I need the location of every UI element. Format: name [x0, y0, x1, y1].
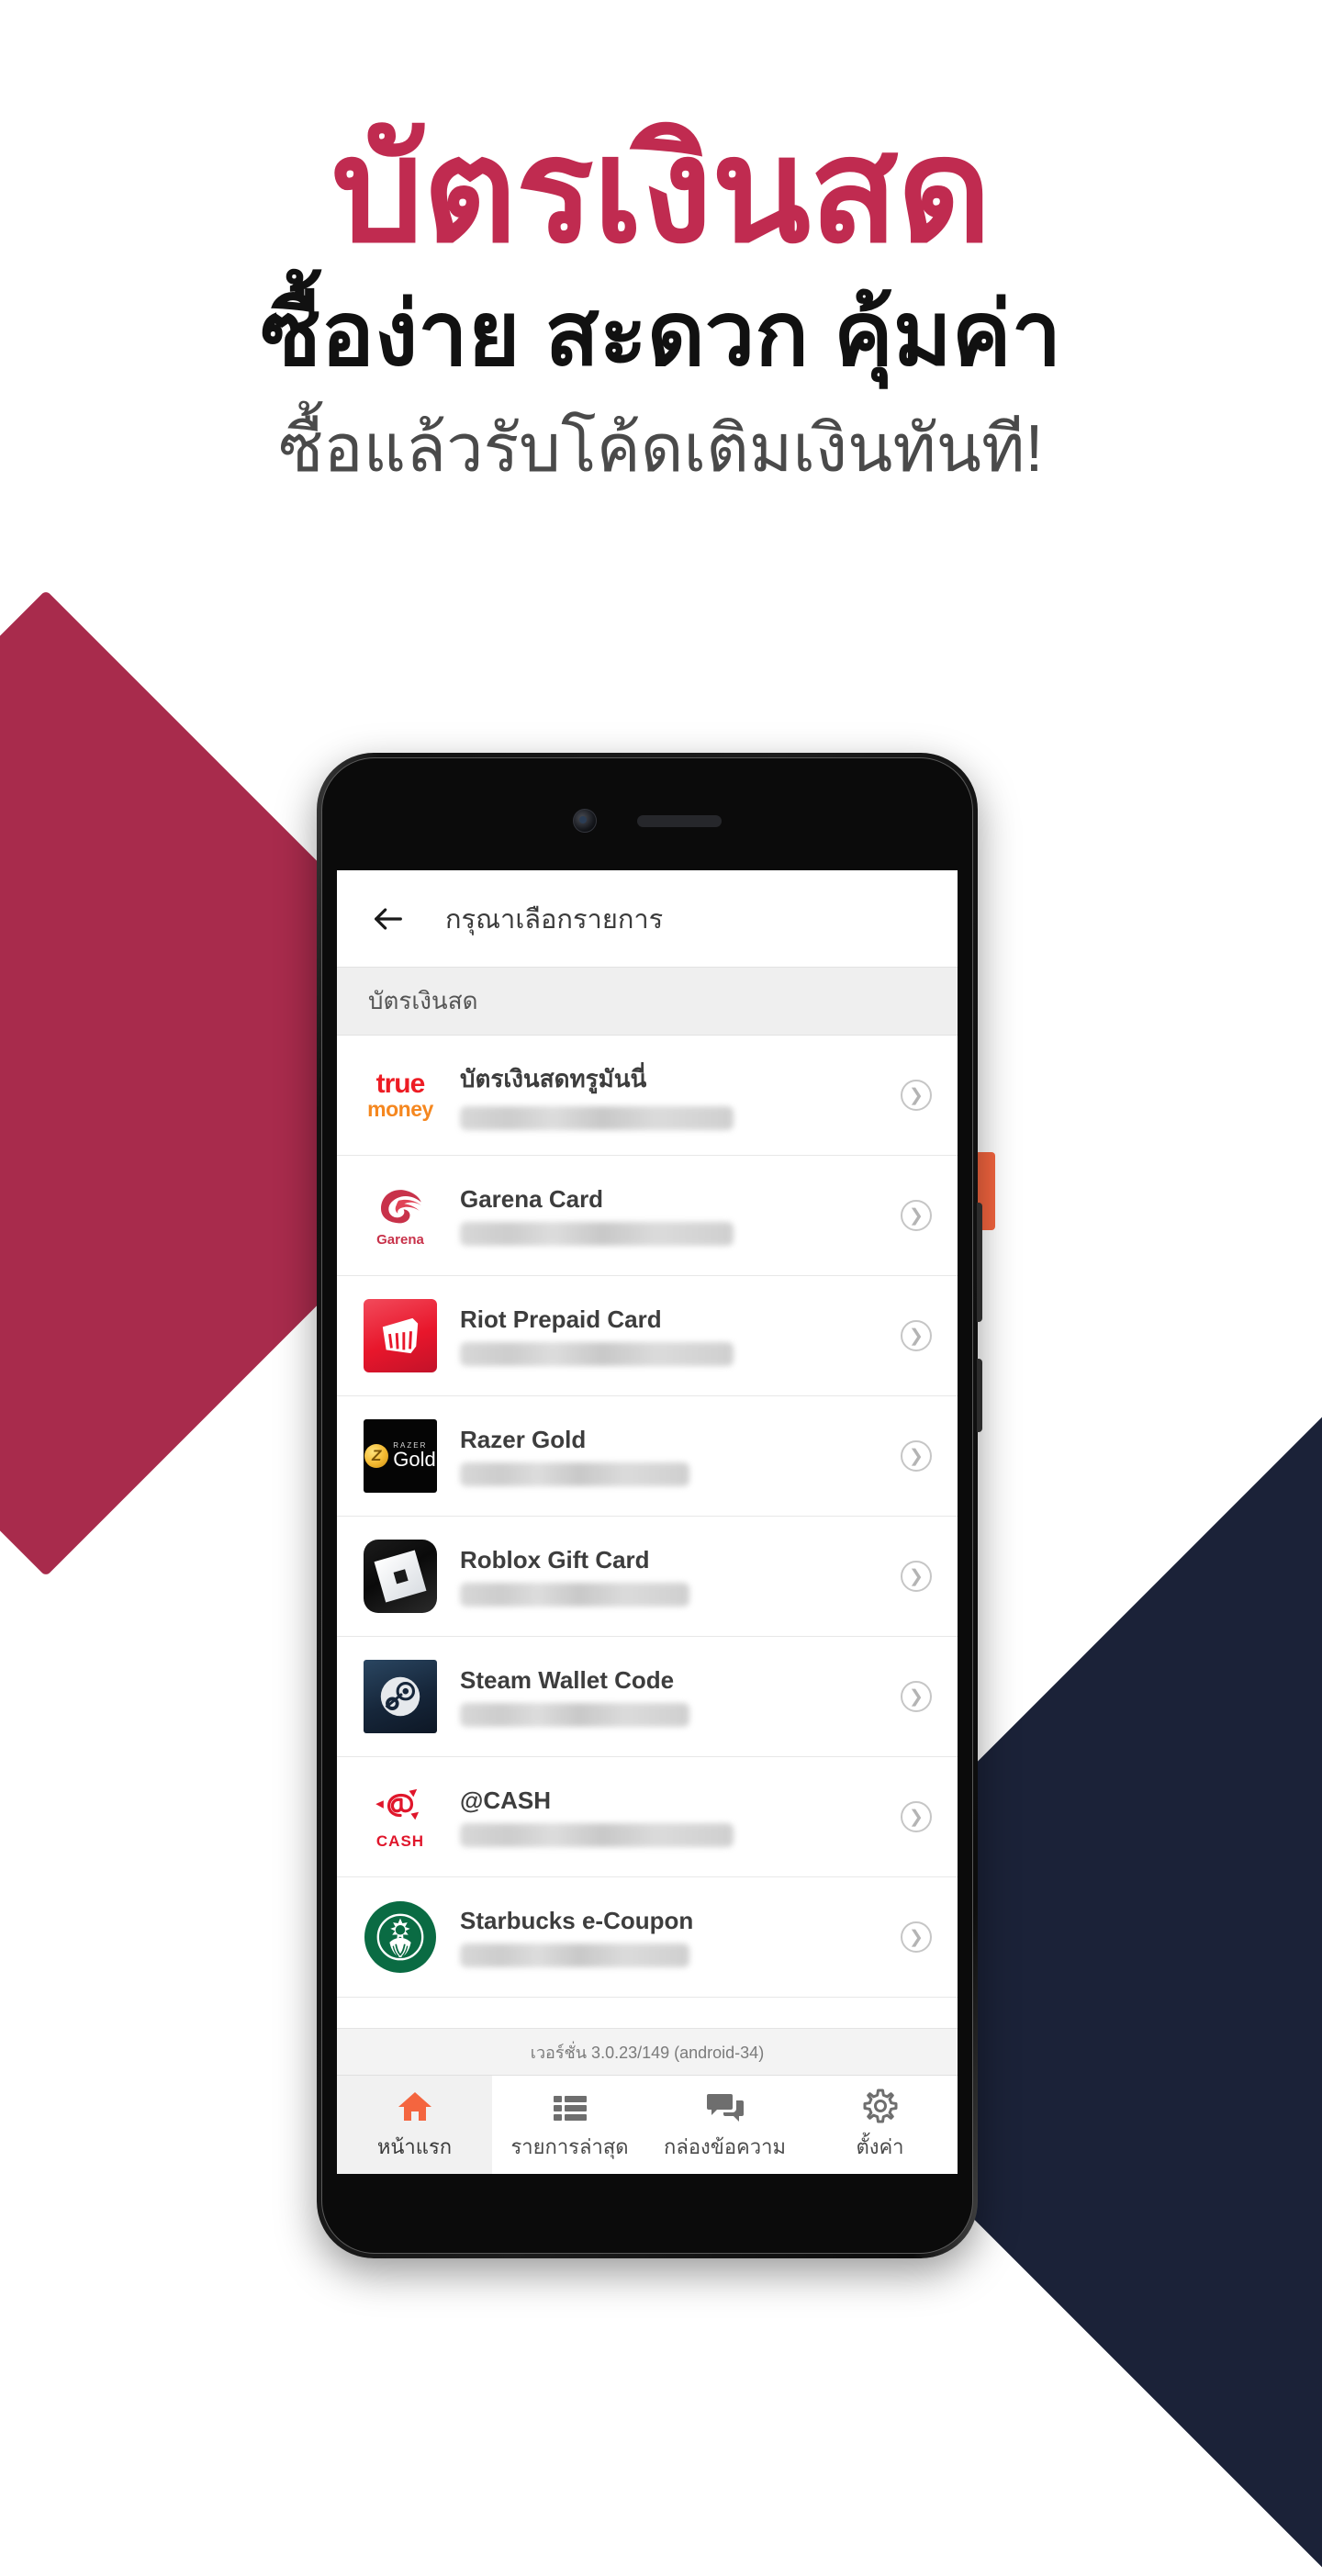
- chevron-right-icon[interactable]: ❯: [901, 1681, 932, 1712]
- nav-tab-recent[interactable]: รายการล่าสุด: [492, 2076, 647, 2174]
- list-item-title: Roblox Gift Card: [460, 1546, 650, 1574]
- product-list: true money บัตรเงินสดทรูมันนี่ ❯ Garena …: [337, 1036, 958, 2028]
- phone-top-bezel: [335, 771, 959, 870]
- gear-icon: [863, 2087, 898, 2123]
- messages-icon: [706, 2087, 744, 2123]
- list-item-text: @CASH: [460, 1786, 901, 1847]
- nav-tab-messages-label: กล่องข้อความ: [664, 2135, 786, 2158]
- nav-tab-home[interactable]: หน้าแรก: [337, 2076, 492, 2174]
- list-item[interactable]: Roblox Gift Card ❯: [337, 1517, 958, 1637]
- chevron-right-icon[interactable]: ❯: [901, 1561, 932, 1592]
- phone-power-button[interactable]: [977, 1203, 982, 1322]
- chevron-right-icon[interactable]: ❯: [901, 1080, 932, 1111]
- list-item-subtitle-blurred: [460, 1462, 689, 1486]
- razer-logo-word: Gold: [393, 1448, 436, 1471]
- truemoney-logo: true money: [361, 1056, 440, 1135]
- list-item-subtitle-blurred: [460, 1943, 689, 1967]
- list-item-text: Razer Gold: [460, 1426, 901, 1486]
- nav-tab-home-label: หน้าแรก: [376, 2135, 453, 2158]
- starbucks-siren-icon: [373, 1910, 428, 1965]
- nav-tab-settings[interactable]: ตั้งค่า: [802, 2076, 958, 2174]
- garena-mark-icon: [381, 1190, 421, 1224]
- list-item-text: บัตรเงินสดทรูมันนี่: [460, 1060, 901, 1130]
- roblox-square-icon: [374, 1550, 427, 1603]
- steam-mark-icon: [380, 1676, 420, 1717]
- list-item-text: Starbucks e-Coupon: [460, 1907, 901, 1967]
- list-item-title: บัตรเงินสดทรูมันนี่: [460, 1065, 647, 1092]
- truemoney-logo-bottom: money: [367, 1097, 433, 1121]
- nav-tab-recent-label: รายการล่าสุด: [510, 2135, 629, 2158]
- list-item-title: Starbucks e-Coupon: [460, 1907, 694, 1934]
- earpiece-speaker: [637, 814, 722, 827]
- phone-volume-button[interactable]: [977, 1359, 982, 1432]
- list-item[interactable]: true money บัตรเงินสดทรูมันนี่ ❯: [337, 1036, 958, 1156]
- atcash-logo: CASH: [361, 1777, 440, 1856]
- list-item-subtitle-blurred: [460, 1583, 689, 1607]
- home-icon: [398, 2087, 432, 2123]
- chevron-right-icon[interactable]: ❯: [901, 1801, 932, 1832]
- chevron-right-icon[interactable]: ❯: [901, 1440, 932, 1472]
- list-item[interactable]: Z RAZER Gold Razer Gold ❯: [337, 1396, 958, 1517]
- razer-gold-logo: Z RAZER Gold: [361, 1417, 440, 1495]
- promo-line-1: บัตรเงินสด: [331, 110, 992, 272]
- list-item-text: Riot Prepaid Card: [460, 1305, 901, 1366]
- app-version-label: เวอร์ชั่น 3.0.23/149 (android-34): [337, 2028, 958, 2075]
- list-item[interactable]: Garena Garena Card ❯: [337, 1156, 958, 1276]
- chevron-right-icon[interactable]: ❯: [901, 1320, 932, 1351]
- chevron-right-icon[interactable]: ❯: [901, 1921, 932, 1953]
- phone-mockup: กรุณาเลือกรายการ บัตรเงินสด true money บ…: [317, 753, 982, 2258]
- riot-logo: [361, 1296, 440, 1375]
- list-item-text: Steam Wallet Code: [460, 1666, 901, 1727]
- list-item-text: Roblox Gift Card: [460, 1546, 901, 1607]
- list-item-text: Garena Card: [460, 1185, 901, 1246]
- garena-logo-label: Garena: [376, 1232, 424, 1248]
- list-item-title: Garena Card: [460, 1185, 604, 1213]
- front-camera-icon: [573, 809, 597, 833]
- list-item[interactable]: Steam Wallet Code ❯: [337, 1637, 958, 1757]
- list-item[interactable]: Riot Prepaid Card ❯: [337, 1276, 958, 1396]
- promo-line-2: ซื้อง่าย สะดวก คุ้มค่า: [260, 283, 1062, 384]
- list-item-title: Riot Prepaid Card: [460, 1305, 662, 1333]
- list-item-title: @CASH: [460, 1786, 552, 1814]
- garena-logo: Garena: [361, 1176, 440, 1255]
- list-item-subtitle-blurred: [460, 1703, 689, 1727]
- list-item[interactable]: CASH @CASH ❯: [337, 1757, 958, 1877]
- bottom-navigation: หน้าแรก รายการล่าสุด กล่องข้อความ ตั้งค่…: [337, 2075, 958, 2174]
- starbucks-logo: [361, 1898, 440, 1977]
- list-item-subtitle-blurred: [460, 1222, 734, 1246]
- steam-logo: [361, 1657, 440, 1736]
- list-item-title: Razer Gold: [460, 1426, 587, 1453]
- list-item-subtitle-blurred: [460, 1106, 734, 1130]
- roblox-logo: [361, 1537, 440, 1616]
- atcash-logo-label: CASH: [375, 1831, 425, 1850]
- promo-line-3: ซื้อแล้วรับโค้ดเติมเงินทันที!: [278, 412, 1044, 487]
- list-item-subtitle-blurred: [460, 1823, 734, 1847]
- app-bar: กรุณาเลือกรายการ: [337, 870, 958, 967]
- section-header: บัตรเงินสด: [337, 967, 958, 1036]
- page-title: กรุณาเลือกรายการ: [445, 904, 664, 935]
- list-item-title: Steam Wallet Code: [460, 1666, 675, 1694]
- chevron-right-icon[interactable]: ❯: [901, 1200, 932, 1231]
- arrow-left-icon[interactable]: [368, 899, 409, 939]
- razer-coin-icon: Z: [364, 1444, 389, 1468]
- promo-headline: บัตรเงินสด ซื้อง่าย สะดวก คุ้มค่า ซื้อแล…: [0, 110, 1322, 494]
- nav-tab-messages[interactable]: กล่องข้อความ: [647, 2076, 802, 2174]
- atcash-mark-icon: [375, 1788, 420, 1820]
- truemoney-logo-top: true: [375, 1069, 426, 1099]
- nav-tab-settings-label: ตั้งค่า: [856, 2135, 904, 2158]
- list-item[interactable]: Starbucks e-Coupon ❯: [337, 1877, 958, 1998]
- list-item-subtitle-blurred: [460, 1342, 734, 1366]
- list-icon: [553, 2087, 587, 2123]
- phone-screen: กรุณาเลือกรายการ บัตรเงินสด true money บ…: [337, 870, 958, 2174]
- riot-fist-icon: [382, 1317, 419, 1354]
